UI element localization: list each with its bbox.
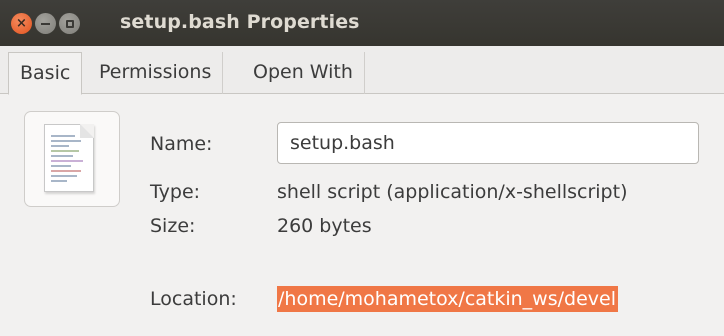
location-label: Location: bbox=[150, 288, 237, 310]
maximize-icon bbox=[65, 19, 74, 28]
tab-basic[interactable]: Basic bbox=[8, 52, 83, 95]
size-value: 260 bytes bbox=[277, 215, 372, 237]
name-label: Name: bbox=[150, 133, 213, 155]
tab-permissions[interactable]: Permissions bbox=[88, 52, 224, 94]
window-title: setup.bash Properties bbox=[120, 11, 360, 33]
minimize-icon bbox=[41, 22, 50, 25]
text-document-icon bbox=[44, 124, 94, 192]
tab-open-with[interactable]: Open With bbox=[242, 52, 365, 94]
location-value[interactable]: /home/mohametox/catkin_ws/devel bbox=[277, 286, 618, 312]
maximize-window-button[interactable] bbox=[59, 13, 80, 34]
file-icon-button[interactable] bbox=[24, 111, 120, 207]
close-window-button[interactable]: × bbox=[11, 13, 32, 34]
type-value: shell script (application/x-shellscript) bbox=[277, 181, 628, 203]
close-icon: × bbox=[16, 16, 27, 31]
title-bar[interactable]: × setup.bash Properties bbox=[0, 0, 724, 46]
tab-bar: Basic Permissions Open With bbox=[0, 46, 724, 95]
name-field[interactable] bbox=[277, 122, 699, 164]
type-label: Type: bbox=[150, 181, 201, 203]
size-label: Size: bbox=[150, 215, 196, 237]
minimize-window-button[interactable] bbox=[35, 13, 56, 34]
